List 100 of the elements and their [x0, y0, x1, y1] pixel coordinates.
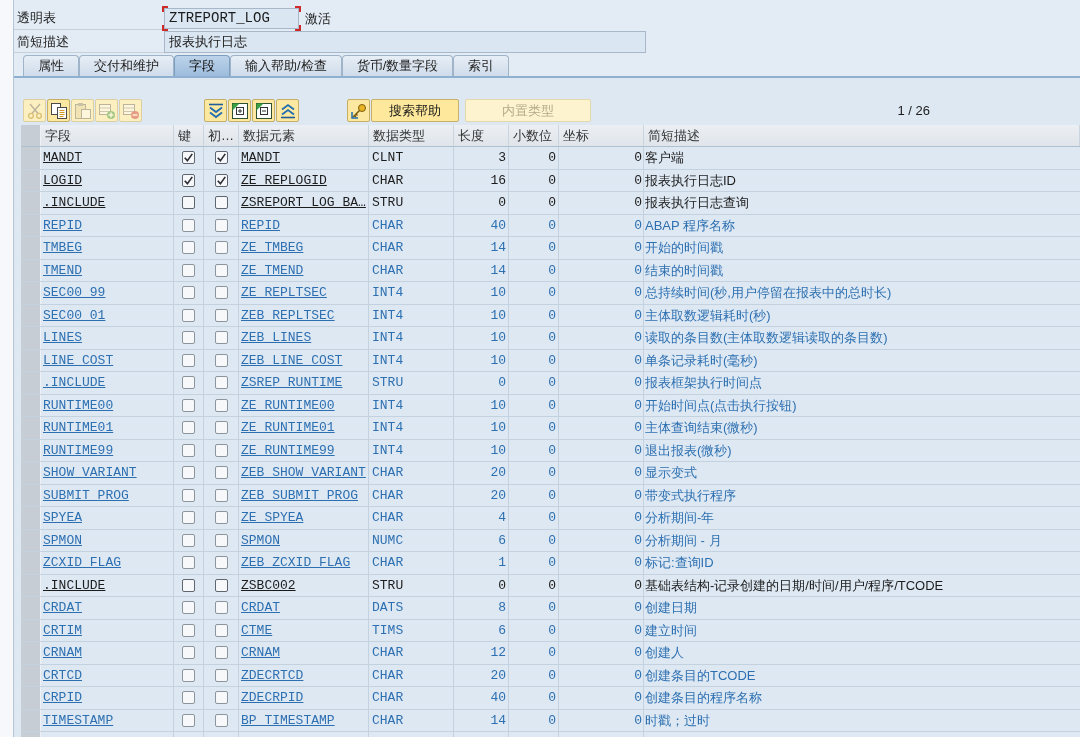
data-element-link[interactable]: ZE_RUNTIME01 [241, 418, 335, 438]
field-link[interactable]: RUNTIME99 [43, 440, 114, 460]
column-header[interactable]: 键 [174, 125, 204, 146]
key-checkbox[interactable] [182, 421, 195, 435]
field-link[interactable]: RUNTIME01 [43, 418, 114, 438]
toolbar-button[interactable]: 搜索帮助 [371, 99, 459, 122]
key-checkbox[interactable] [182, 713, 195, 727]
key-checkbox[interactable] [182, 511, 195, 525]
initial-value-checkbox[interactable] [214, 623, 228, 637]
initial-value-checkbox[interactable] [214, 578, 228, 592]
initial-value-checkbox[interactable] [214, 466, 228, 480]
field-link[interactable]: CRTCD [43, 665, 82, 685]
field-link[interactable]: .INCLUDE [43, 575, 106, 595]
data-element-link[interactable]: ZE_REPLOGID [241, 170, 327, 190]
data-element-link[interactable]: ZE_RUNTIME00 [241, 395, 335, 415]
data-element-link[interactable]: ZDECRTCD [241, 665, 304, 685]
key-checkbox[interactable] [182, 398, 195, 412]
expand-all-button[interactable] [228, 99, 251, 122]
data-element-link[interactable]: ZEB_LINES [241, 328, 312, 348]
key-checkbox[interactable] [182, 556, 195, 570]
field-link[interactable]: RUNTIME00 [43, 395, 114, 415]
initial-value-checkbox[interactable] [214, 241, 228, 255]
data-element-link[interactable]: ZE_SPYEA [241, 508, 304, 528]
data-element-link[interactable]: CRDAT [241, 598, 280, 618]
data-element-link[interactable]: ZSREPORT_LOG_BA… [241, 193, 366, 213]
field-link[interactable]: SEC00_01 [43, 305, 106, 325]
field-link[interactable]: ZCXID_FLAG [43, 553, 121, 573]
field-link[interactable]: CRNAM [43, 643, 82, 663]
data-element-link[interactable]: ZE_RUNTIME99 [241, 440, 335, 460]
initial-value-checkbox[interactable] [214, 331, 228, 345]
field-link[interactable]: TMEND [43, 260, 82, 280]
initial-value-checkbox[interactable] [214, 353, 228, 367]
column-header[interactable]: 坐标 [559, 125, 644, 146]
data-element-link[interactable]: ZE_TMBEG [241, 238, 304, 258]
field-link[interactable]: SUBMIT_PROG [43, 485, 129, 505]
collapse-all-button[interactable] [252, 99, 275, 122]
search-help-key-button[interactable] [347, 99, 370, 122]
key-checkbox[interactable] [182, 668, 195, 682]
initial-value-checkbox[interactable] [214, 691, 228, 705]
field-link[interactable]: SPMON [43, 530, 82, 550]
key-checkbox[interactable] [182, 601, 195, 615]
data-element-link[interactable]: ZSBC002 [241, 575, 296, 595]
initial-value-checkbox[interactable] [214, 196, 228, 210]
key-checkbox[interactable] [182, 376, 195, 390]
field-link[interactable]: REPID [43, 215, 82, 235]
field-link[interactable]: .INCLUDE [43, 193, 106, 213]
initial-value-checkbox[interactable] [214, 601, 228, 615]
move-up-button[interactable] [276, 99, 299, 122]
initial-value-checkbox[interactable] [214, 668, 228, 682]
data-element-link[interactable]: ZEB_REPLTSEC [241, 305, 335, 325]
short-description-field[interactable]: 报表执行日志 [164, 31, 646, 53]
key-checkbox[interactable] [182, 331, 195, 345]
column-header[interactable]: 简短描述 [644, 125, 1080, 146]
data-element-link[interactable]: ZEB_SHOW_VARIANT [241, 463, 366, 483]
column-header[interactable]: 数据元素 [239, 125, 369, 146]
initial-value-checkbox[interactable] [214, 421, 228, 435]
field-link[interactable]: SEC00_99 [43, 283, 106, 303]
column-header[interactable]: 长度 [454, 125, 509, 146]
data-element-link[interactable]: BP_TIMESTAMP [241, 710, 335, 730]
data-element-link[interactable]: MANDT [241, 148, 280, 168]
field-link[interactable]: CRTIM [43, 620, 82, 640]
key-checkbox[interactable] [182, 196, 195, 210]
initial-value-checkbox[interactable] [214, 398, 228, 412]
key-checkbox[interactable] [182, 263, 195, 277]
tab[interactable]: 索引 [453, 55, 510, 76]
data-element-link[interactable]: ZEB_SUBMIT_PROG [241, 485, 359, 505]
key-checkbox[interactable] [182, 443, 195, 457]
initial-value-checkbox[interactable] [214, 308, 228, 322]
initial-value-checkbox[interactable] [214, 218, 228, 232]
field-link[interactable]: CRDAT [43, 598, 82, 618]
key-checkbox[interactable] [182, 466, 195, 480]
key-checkbox[interactable] [182, 353, 195, 367]
table-name-field[interactable]: ZTREPORT_LOG [162, 6, 301, 31]
initial-value-checkbox[interactable] [214, 286, 228, 300]
column-header[interactable]: 小数位 [509, 125, 559, 146]
field-link[interactable]: CRPID [43, 688, 82, 708]
initial-value-checkbox[interactable] [214, 173, 228, 187]
field-link[interactable]: MANDT [43, 148, 82, 168]
move-down-button[interactable] [204, 99, 227, 122]
data-element-link[interactable]: ZSREP_RUNTIME [241, 373, 343, 393]
field-link[interactable]: TMBEG [43, 238, 82, 258]
key-checkbox[interactable] [182, 218, 195, 232]
key-checkbox[interactable] [182, 488, 195, 502]
key-checkbox[interactable] [182, 623, 195, 637]
initial-value-checkbox[interactable] [214, 376, 228, 390]
initial-value-checkbox[interactable] [214, 533, 228, 547]
column-header[interactable]: 数据类型 [369, 125, 454, 146]
data-element-link[interactable]: ZEB_ZCXID_FLAG [241, 553, 351, 573]
field-link[interactable]: SHOW_VARIANT [43, 463, 137, 483]
initial-value-checkbox[interactable] [214, 511, 228, 525]
tab[interactable]: 货币/数量字段 [341, 55, 454, 76]
key-checkbox[interactable] [182, 173, 195, 187]
initial-value-checkbox[interactable] [214, 488, 228, 502]
initial-value-checkbox[interactable] [214, 713, 228, 727]
data-element-link[interactable]: REPID [241, 215, 280, 235]
key-checkbox[interactable] [182, 578, 195, 592]
initial-value-checkbox[interactable] [214, 443, 228, 457]
initial-value-checkbox[interactable] [214, 556, 228, 570]
field-link[interactable]: TIMESTAMP [43, 710, 114, 730]
field-link[interactable]: .INCLUDE [43, 373, 106, 393]
